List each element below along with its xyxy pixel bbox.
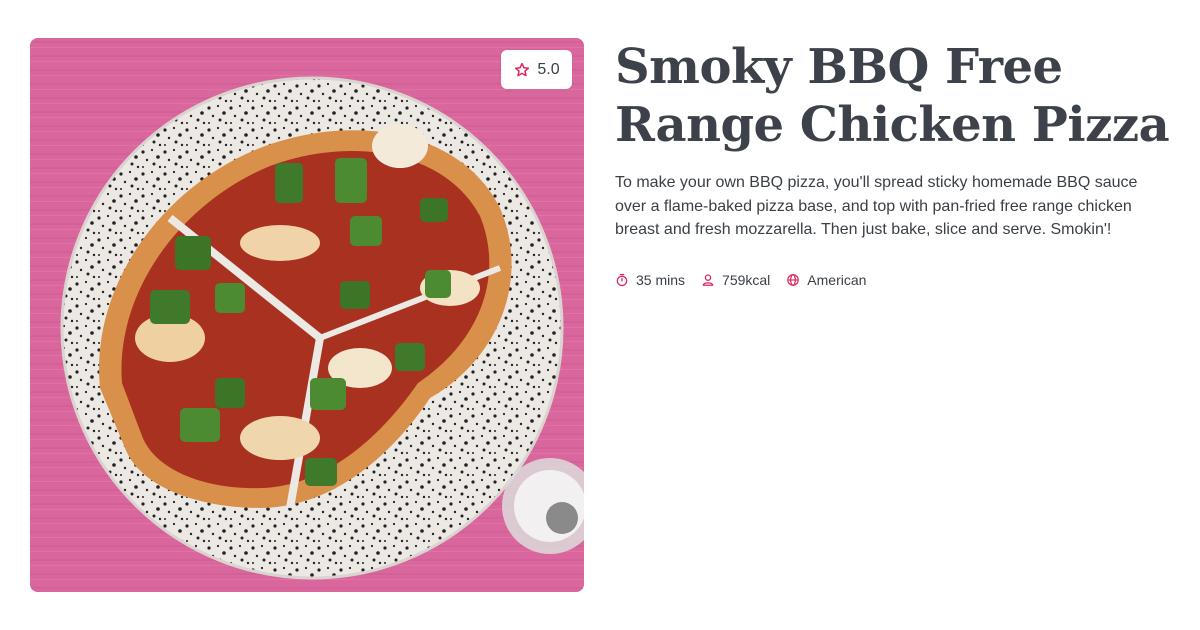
star-icon bbox=[515, 62, 530, 76]
meta-cuisine-label: American bbox=[807, 271, 867, 288]
stopwatch-icon bbox=[616, 273, 628, 286]
rating-badge[interactable]: 5.0 bbox=[501, 50, 572, 89]
meta-cuisine: American bbox=[786, 272, 866, 288]
person-icon bbox=[702, 273, 714, 286]
recipe-meta: 35 mins 759kcal American bbox=[615, 272, 1175, 288]
recipe-card: 5.0 Smoky BBQ Free Range Chicken Pizza T… bbox=[0, 0, 1200, 630]
recipe-description: To make your own BBQ pizza, you'll sprea… bbox=[615, 174, 1138, 238]
meta-calories-label: 759kcal bbox=[722, 271, 771, 288]
pizza-photo bbox=[30, 38, 584, 592]
meta-calories: 759kcal bbox=[701, 272, 770, 288]
recipe-details: Smoky BBQ Free Range Chicken Pizza To ma… bbox=[615, 38, 1175, 288]
rating-value: 5.0 bbox=[537, 60, 560, 78]
recipe-image[interactable] bbox=[30, 38, 584, 592]
meta-time: 35 mins bbox=[615, 272, 685, 288]
globe-icon bbox=[787, 273, 800, 286]
meta-time-label: 35 mins bbox=[636, 271, 686, 288]
recipe-title: Smoky BBQ Free Range Chicken Pizza bbox=[615, 39, 1170, 153]
